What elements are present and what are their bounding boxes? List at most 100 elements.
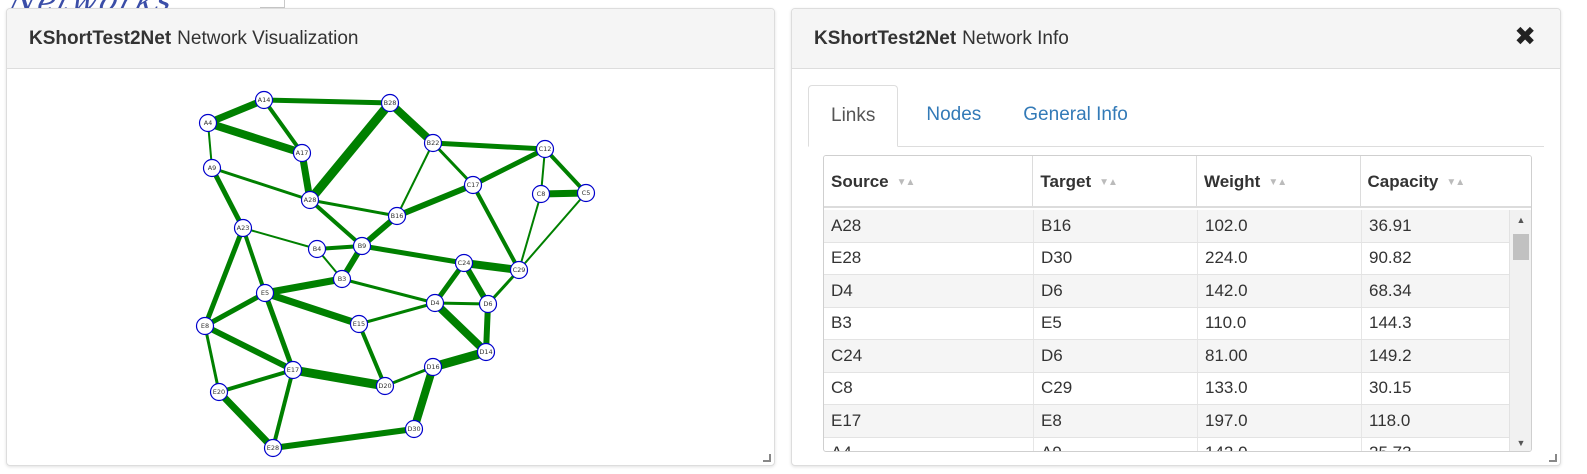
column-label: Weight [1203,172,1261,191]
weight-cell: 81.00 [1198,340,1362,372]
source-cell: D4 [824,275,1034,307]
table-body: A28 B16 102.0 36.91 E28 D30 224.0 90.82 D4 D6 142.… [824,210,1509,451]
node-B22[interactable]: B22 [423,133,443,153]
node-label: D6 [483,300,492,308]
column-header-capacity[interactable]: Capacity ▼▲ [1361,156,1532,208]
node-A23[interactable]: A23 [233,218,253,238]
node-E17[interactable]: E17 [283,360,303,380]
network-name: KShortTest2Net [814,27,957,49]
target-cell: E8 [1034,405,1198,437]
edge-E17-E20 [218,368,294,394]
node-label: A14 [258,96,271,104]
table-row[interactable]: A28 B16 102.0 36.91 [824,210,1509,243]
node-label: C29 [513,266,526,274]
capacity-cell: 149.2 [1369,345,1412,365]
table-row[interactable]: A4A9142.025.73 [824,437,1509,451]
table-row[interactable]: B3 E5 110.0 144.3 [824,307,1509,340]
node-C5[interactable]: C5 [576,183,596,203]
scroll-down-icon[interactable]: ▼ [1510,435,1531,451]
node-D16[interactable]: D16 [423,357,443,377]
tab-nodes[interactable]: Nodes [904,84,995,146]
node-B9[interactable]: B9 [352,236,372,256]
node-A17[interactable]: A17 [292,143,312,163]
node-C17[interactable]: C17 [463,175,483,195]
node-label: B9 [358,242,367,250]
node-B28[interactable]: B28 [380,93,400,113]
node-label: A28 [304,196,317,204]
edge-C17-B16 [395,182,475,219]
node-label: A23 [237,224,250,232]
table-row[interactable]: D4 D6 142.0 68.34 [824,275,1509,308]
weight-cell: 142.0 [1198,275,1362,307]
network-info-panel: KShortTest2Net Network Info ✖ Links Node… [791,8,1561,466]
edge-B3-E5 [264,275,343,297]
resize-handle-icon[interactable] [1549,454,1557,462]
edge-A23-B4 [242,227,318,250]
table-row[interactable]: C24 D6 81.00 149.2 [824,340,1509,373]
links-table: Source ▼▲ Target ▼▲ Weight ▼▲ Capacity ▼… [823,155,1532,452]
edge-A23-E8 [202,227,246,327]
tab-links[interactable]: Links [808,85,899,147]
node-D20[interactable]: D20 [375,376,395,396]
node-E20[interactable]: E20 [209,382,229,402]
target-cell: D6 [1034,275,1198,307]
node-B4[interactable]: B4 [307,239,327,259]
weight-cell: 197.0 [1198,405,1362,437]
scroll-up-icon[interactable]: ▲ [1510,212,1531,228]
sort-icon: ▼▲ [1099,176,1118,188]
node-label: B28 [384,99,397,107]
node-label: B22 [427,139,440,147]
network-graph[interactable]: A14 B28 A4 A17 B22 C12 A9 C17 C8 C5 A28 B16 A23 B4 B9 C… [7,70,774,466]
table-row[interactable]: E28 D30 224.0 90.82 [824,242,1509,275]
node-label: E15 [353,320,365,328]
node-D14[interactable]: D14 [476,342,496,362]
node-D6[interactable]: D6 [478,294,498,314]
source-cell: A4 [824,437,1034,451]
node-E8[interactable]: E8 [195,316,215,336]
node-C8[interactable]: C8 [531,184,551,204]
capacity-cell: 30.15 [1369,378,1412,398]
target-cell: D30 [1034,242,1198,274]
node-label: C12 [539,145,552,153]
edge-E17-E28 [271,369,295,449]
resize-handle-icon[interactable] [763,454,771,462]
weight-cell: 224.0 [1198,242,1362,274]
table-scrollbar[interactable]: ▲ ▼ [1509,210,1531,451]
edge-C17-C29 [471,184,521,271]
edge-E17-D20 [292,365,386,391]
capacity-cell: 25.73 [1362,438,1509,451]
node-label: A4 [204,119,213,127]
target-cell: C29 [1034,372,1198,404]
node-E28[interactable]: E28 [263,438,283,458]
node-E15[interactable]: E15 [349,314,369,334]
node-label: E8 [201,322,209,330]
node-C12[interactable]: C12 [535,139,555,159]
close-icon[interactable]: ✖ [1514,23,1536,49]
node-A14[interactable]: A14 [254,90,274,110]
edge-A4-A17 [206,119,304,157]
sort-icon: ▼▲ [896,176,916,188]
node-A28[interactable]: A28 [300,190,320,210]
column-header-weight[interactable]: Weight ▼▲ [1197,156,1361,208]
table-row[interactable]: C8 C29 133.0 30.15 [824,372,1509,405]
node-D30[interactable]: D30 [404,419,424,439]
node-D4[interactable]: D4 [425,293,445,313]
node-B3[interactable]: B3 [332,269,352,289]
column-header-source[interactable]: Source ▼▲ [824,156,1034,208]
node-E5[interactable]: E5 [255,283,275,303]
node-C24[interactable]: C24 [454,253,474,273]
weight-cell: 102.0 [1198,210,1362,242]
column-label: Source [831,172,889,191]
weight-cell: 142.0 [1198,437,1362,451]
scroll-thumb[interactable] [1513,234,1529,260]
node-B16[interactable]: B16 [387,206,407,226]
edge-E20-E28 [216,389,276,451]
node-A4[interactable]: A4 [198,113,218,133]
node-C29[interactable]: C29 [509,260,529,280]
table-row[interactable]: E17 E8 197.0 118.0 [824,405,1509,438]
tab-general-info[interactable]: General Info [1001,84,1142,146]
column-header-target[interactable]: Target ▼▲ [1033,156,1197,208]
node-A9[interactable]: A9 [202,158,222,178]
target-cell: E5 [1034,307,1198,339]
capacity-cell: 144.3 [1369,313,1412,333]
